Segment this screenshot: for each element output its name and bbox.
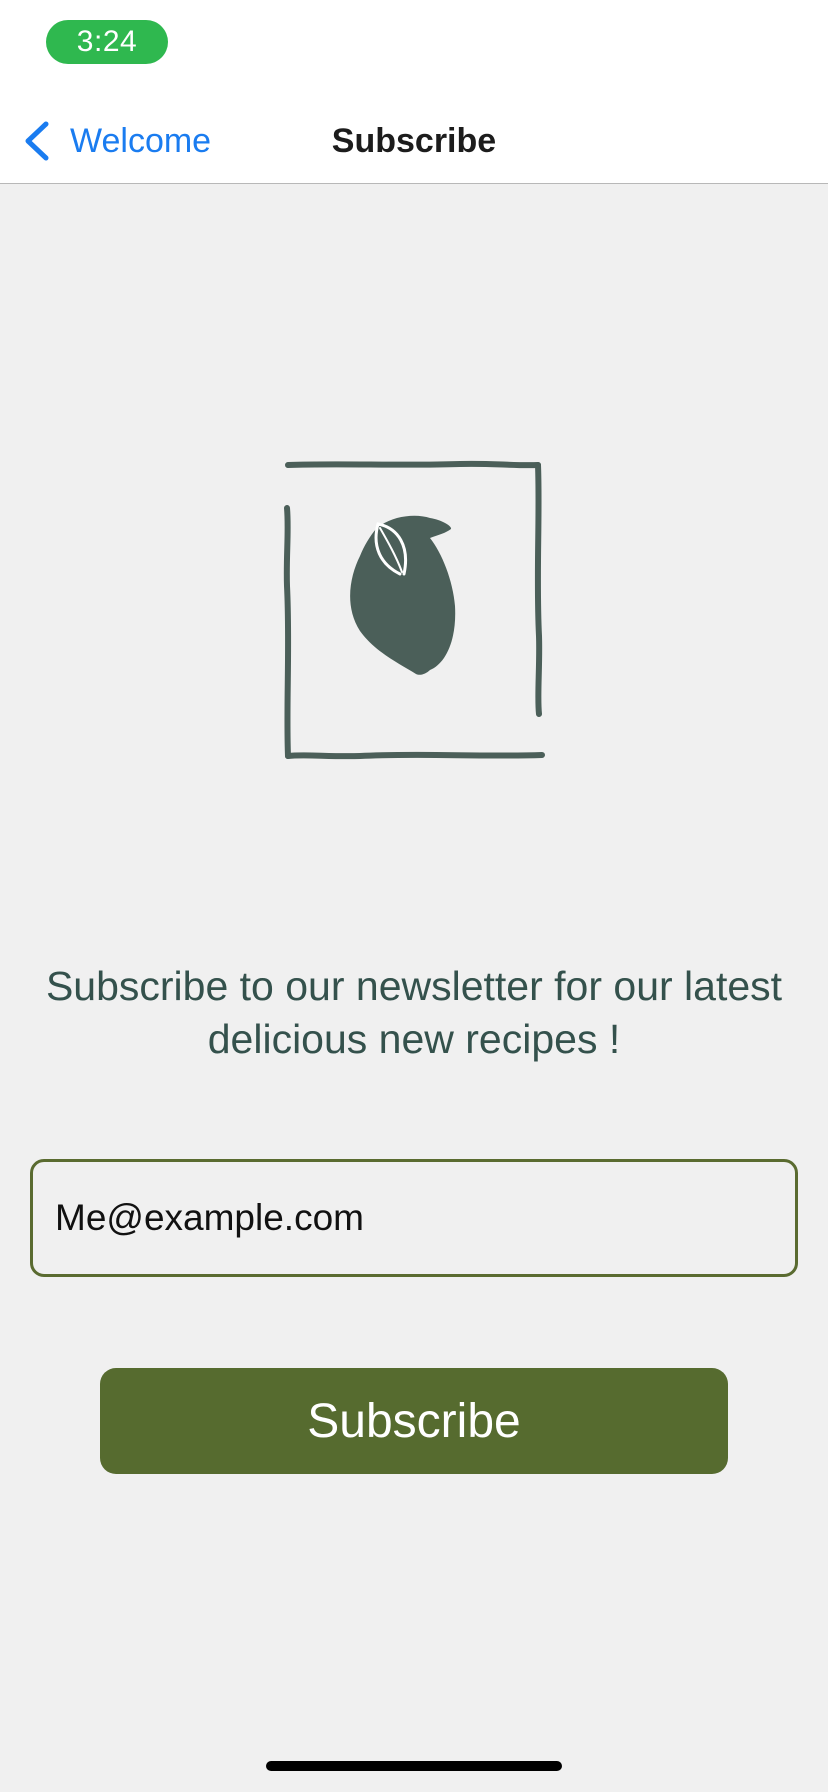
newsletter-prompt-line-2: delicious new recipes ! (207, 1016, 621, 1062)
subscribe-screen: 3:24 Welcome Subscribe Subscribe to our … (0, 0, 828, 1792)
lemon-leaf-logo (283, 460, 545, 760)
newsletter-prompt-line-1: Subscribe to our newsletter for our late… (45, 963, 783, 1009)
navigation-header: 3:24 Welcome Subscribe (0, 0, 828, 184)
back-button-label: Welcome (70, 121, 212, 160)
chevron-left-icon (25, 121, 49, 161)
email-field[interactable] (30, 1159, 798, 1277)
home-indicator (266, 1761, 562, 1771)
subscribe-button[interactable]: Subscribe (100, 1368, 728, 1474)
back-button[interactable]: Welcome (22, 116, 211, 166)
newsletter-prompt: Subscribe to our newsletter for our late… (0, 960, 828, 1066)
status-time-pill: 3:24 (46, 20, 168, 64)
